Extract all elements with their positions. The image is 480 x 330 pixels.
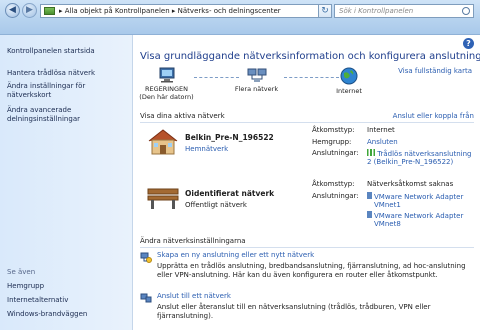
sidebar-item-manage-wireless[interactable]: Hantera trådlösa nätverk [7, 69, 95, 78]
network-2-connections-label: Anslutningar: [312, 192, 359, 200]
network-1-homegroup-label: Hemgrupp: [312, 138, 352, 146]
change-settings-heading: Ändra nätverksinställningarna [140, 237, 246, 245]
control-panel-icon [44, 7, 55, 15]
new-connection-icon [140, 252, 152, 263]
connect-network-icon [140, 293, 152, 303]
network-1-access-label: Åtkomsttyp: [312, 126, 355, 134]
new-connection-link[interactable]: Skapa en ny anslutning eller ett nytt nä… [157, 251, 314, 259]
connect-network-desc: Anslut eller återanslut till en nätverks… [157, 303, 431, 320]
forward-arrow-icon: ▶ [26, 5, 33, 15]
map-computer-name: REGERINGEN [144, 85, 189, 93]
connect-disconnect-link[interactable]: Anslut eller koppla från [393, 112, 474, 120]
breadcrumb-root[interactable]: Alla objekt på Kontrollpanelen [65, 7, 170, 15]
active-networks-heading: Visa dina aktiva nätverk [140, 112, 225, 120]
wireless-connection-line1: Trådlös nätverksanslutning [377, 150, 472, 158]
section-divider [140, 122, 474, 123]
main-content: Visa grundläggande nätverksinformation o… [134, 35, 480, 330]
page-title: Visa grundläggande nätverksinformation o… [140, 51, 480, 62]
vmnet8-connection-link[interactable]: VMware Network Adapter VMnet8 [367, 211, 463, 228]
back-arrow-icon: ◀ [9, 5, 16, 15]
home-network-icon [148, 129, 178, 155]
globe-icon [340, 67, 358, 85]
network-2-access-label: Åtkomsttyp: [312, 180, 355, 188]
sidebar-item-home[interactable]: Kontrollpanelen startsida [7, 47, 95, 56]
sidebar-item-firewall[interactable]: Windows-brandväggen [7, 310, 87, 319]
map-internet[interactable]: Internet [329, 67, 369, 95]
network-adapter-icon [367, 192, 372, 199]
network-2-access-value: Nätverksåtkomst saknas [367, 180, 454, 188]
refresh-icon: ↻ [321, 6, 329, 16]
vmnet8-line1: VMware Network Adapter [374, 212, 464, 220]
vmnet8-line2: VMnet8 [374, 220, 401, 228]
network-1-access-value: Internet [367, 126, 395, 134]
network-adapter-icon [367, 211, 372, 218]
map-computer-sub: (Den här datorn) [139, 93, 194, 101]
signal-strength-icon [367, 149, 375, 156]
section-divider [140, 247, 474, 248]
breadcrumb-separator: ▸ [59, 7, 63, 15]
connect-network-link[interactable]: Anslut till ett nätverk [157, 292, 231, 300]
breadcrumb-separator: ▸ [171, 7, 176, 15]
full-map-link[interactable]: Visa fullständig karta [398, 67, 472, 75]
homegroup-status-link[interactable]: Ansluten [367, 138, 398, 146]
new-connection-desc: Upprätta en trådlös anslutning, bredband… [157, 262, 466, 279]
map-internet-label: Internet [336, 87, 362, 95]
see-also-heading: Se även [7, 268, 36, 276]
address-bar-area: ◀ ▶ ▸ Alla objekt på Kontrollpanelen ▸ N… [0, 0, 480, 35]
network-2-type: Offentligt nätverk [185, 201, 247, 209]
sidebar-item-homegroup[interactable]: Hemgrupp [7, 282, 44, 291]
map-networks-label: Flera nätverk [234, 85, 279, 93]
computer-icon [159, 67, 174, 83]
forward-button[interactable]: ▶ [22, 3, 37, 18]
search-placeholder: Sök i Kontrollpanelen [339, 7, 414, 15]
sidebar-item-adapter-settings[interactable]: Ändra inställningar för nätverkskort [7, 82, 122, 100]
public-network-bench-icon [147, 188, 179, 209]
network-1-name: Belkin_Pre-N_196522 [185, 133, 274, 142]
address-field[interactable]: ▸ Alla objekt på Kontrollpanelen ▸ Nätve… [40, 4, 325, 18]
network-1-type-link[interactable]: Hemnätverk [185, 145, 228, 153]
sidebar-item-advanced-sharing[interactable]: Ändra avancerade delningsinställningar [7, 106, 122, 124]
back-button[interactable]: ◀ [5, 3, 20, 18]
map-computer[interactable]: REGERINGEN (Den här datorn) [139, 67, 194, 101]
search-input[interactable]: Sök i Kontrollpanelen [334, 4, 474, 18]
breadcrumb-current[interactable]: Nätverks- och delningscenter [178, 7, 281, 15]
search-icon [462, 7, 470, 15]
vmnet1-line1: VMware Network Adapter [374, 193, 464, 201]
wireless-connection-link[interactable]: Trådlös nätverksanslutning 2 (Belkin_Pre… [367, 149, 471, 166]
network-2-name: Oidentifierat nätverk [185, 189, 275, 198]
refresh-button[interactable]: ↻ [318, 4, 332, 18]
sidebar: Kontrollpanelen startsida Hantera trådlö… [0, 35, 133, 330]
vmnet1-connection-link[interactable]: VMware Network Adapter VMnet1 [367, 192, 463, 209]
multiple-networks-icon [247, 68, 266, 82]
wireless-connection-line2: 2 (Belkin_Pre-N_196522) [367, 158, 454, 166]
map-networks[interactable]: Flera nätverk [219, 67, 294, 93]
sidebar-item-internet-options[interactable]: Internetalternativ [7, 296, 68, 305]
vmnet1-line2: VMnet1 [374, 201, 401, 209]
network-1-connections-label: Anslutningar: [312, 149, 359, 157]
